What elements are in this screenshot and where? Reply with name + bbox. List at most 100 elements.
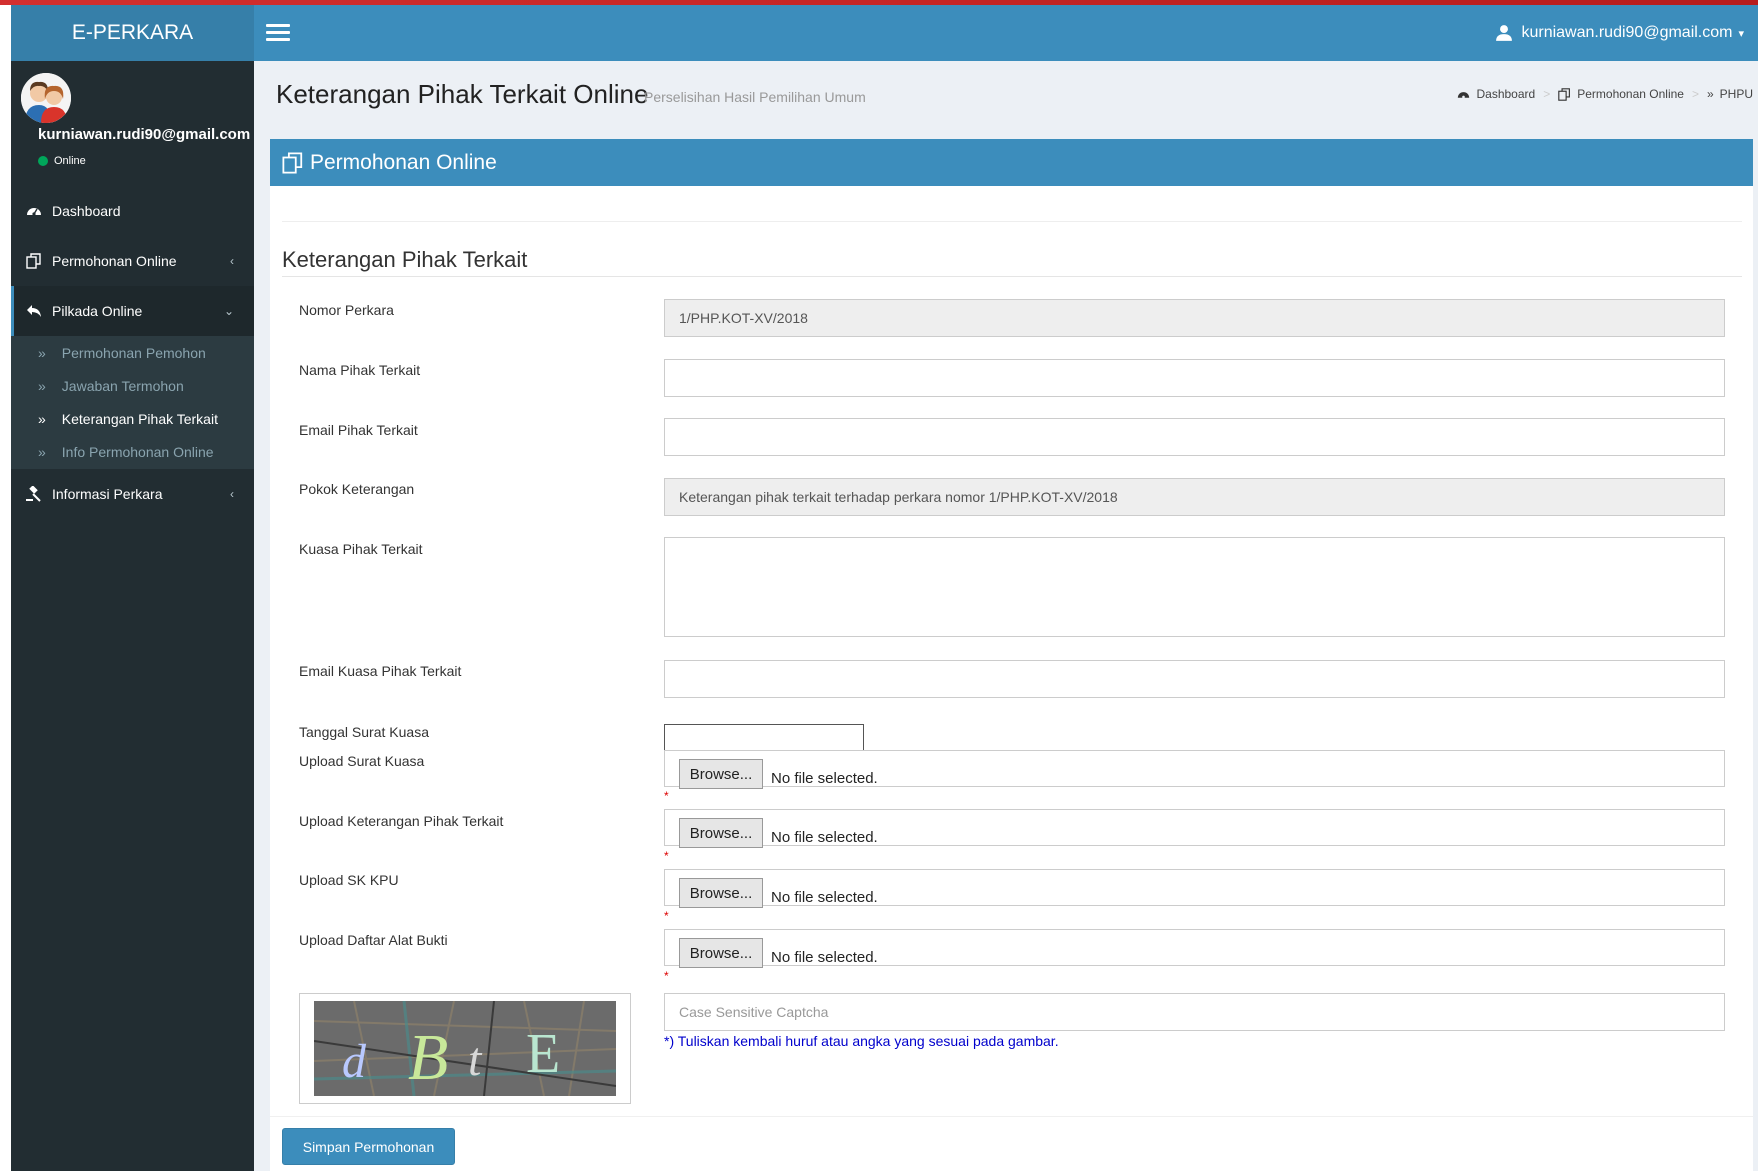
kuasa-pihak-terkait-textarea[interactable] <box>664 537 1725 637</box>
email-kuasa-label: Email Kuasa Pihak Terkait <box>299 663 462 679</box>
dashboard-icon <box>27 208 41 216</box>
content-header: Keterangan Pihak Terkait Online Perselis… <box>254 61 1758 139</box>
sidebar-item-label: Permohonan Online <box>52 253 177 269</box>
submenu-item-label: Permohonan Pemohon <box>61 344 206 361</box>
submenu-item-label: Jawaban Termohon <box>61 377 184 394</box>
page-subtitle: Perselisihan Hasil Pemilihan Umum <box>644 89 866 105</box>
nama-pihak-terkait-label: Nama Pihak Terkait <box>299 362 421 378</box>
section-title: Keterangan Pihak Terkait <box>282 247 528 272</box>
user-panel: kurniawan.rudi90@gmail.com Online <box>11 61 254 186</box>
captcha-text: d B t E <box>342 1021 561 1094</box>
status-text: Online <box>54 155 86 167</box>
sidebar-item-label: Pilkada Online <box>52 303 143 319</box>
pilkada-submenu: » Permohonan Pemohon » Jawaban Termohon … <box>11 336 254 469</box>
avatar-image <box>21 73 71 123</box>
left-gutter <box>0 5 11 1171</box>
upload-sk-kpu-label: Upload SK KPU <box>299 872 399 888</box>
breadcrumb-phpu: PHPU <box>1719 87 1753 101</box>
email-pihak-terkait-label: Email Pihak Terkait <box>299 422 418 438</box>
save-button[interactable]: Simpan Permohonan <box>282 1128 455 1165</box>
nama-pihak-terkait-input[interactable] <box>664 359 1725 397</box>
sidebar-user-email: kurniawan.rudi90@gmail.com <box>38 126 251 143</box>
kuasa-pihak-terkait-label: Kuasa Pihak Terkait <box>299 541 423 557</box>
upload-keterangan-label: Upload Keterangan Pihak Terkait <box>299 813 504 829</box>
upload-surat-kuasa-field: Browse... No file selected. <box>664 750 1725 789</box>
submenu-item-jawaban-termohon[interactable]: » Jawaban Termohon <box>11 369 254 402</box>
reply-icon <box>27 305 41 317</box>
tanggal-surat-kuasa-label: Tanggal Surat Kuasa <box>299 724 429 740</box>
user-menu-email: kurniawan.rudi90@gmail.com <box>1521 24 1733 41</box>
submenu-item-permohonan-pemohon[interactable]: » Permohonan Pemohon <box>11 336 254 369</box>
chevron-left-icon: ‹ <box>230 487 234 501</box>
sidebar-item-informasi-perkara[interactable]: Informasi Perkara ‹ <box>11 469 254 519</box>
sidebar-toggle-icon[interactable] <box>266 22 292 44</box>
breadcrumb-separator: > <box>1543 87 1551 101</box>
sidebar: kurniawan.rudi90@gmail.com Online Dashbo… <box>11 61 254 1171</box>
sidebar-item-label: Informasi Perkara <box>52 486 163 502</box>
chevron-down-icon: ⌄ <box>223 304 234 318</box>
browse-button[interactable]: Browse... <box>679 878 763 908</box>
file-status: No file selected. <box>771 949 878 966</box>
sidebar-item-label: Dashboard <box>52 203 121 219</box>
breadcrumb-permohonan-online[interactable]: Permohonan Online <box>1577 87 1684 101</box>
breadcrumb-dashboard[interactable]: Dashboard <box>1476 87 1535 101</box>
caret-down-icon: ▾ <box>1738 27 1744 40</box>
required-marker: * <box>664 849 669 863</box>
captcha-input[interactable]: Case Sensitive Captcha <box>664 993 1725 1031</box>
brand-logo[interactable]: E-PERKARA <box>11 5 254 61</box>
double-chevron-right-icon: » <box>38 410 46 427</box>
required-marker: * <box>664 969 669 983</box>
browse-button[interactable]: Browse... <box>679 759 763 789</box>
divider <box>282 221 1742 222</box>
double-chevron-right-icon: » <box>38 443 46 460</box>
sidebar-item-permohonan-online[interactable]: Permohonan Online ‹ <box>11 236 254 286</box>
chevron-left-icon: ‹ <box>230 254 234 268</box>
submenu-item-info-permohonan-online[interactable]: » Info Permohonan Online <box>11 435 254 468</box>
page-title: Keterangan Pihak Terkait Online <box>276 79 649 109</box>
captcha-frame: d B t E <box>299 993 631 1104</box>
browse-button[interactable]: Browse... <box>679 938 763 968</box>
divider <box>282 276 1742 277</box>
email-kuasa-input[interactable] <box>664 660 1725 698</box>
upload-surat-kuasa-label: Upload Surat Kuasa <box>299 753 425 769</box>
gavel-icon <box>26 486 41 502</box>
nomor-perkara-field: 1/PHP.KOT-XV/2018 <box>664 299 1725 337</box>
sidebar-item-dashboard[interactable]: Dashboard <box>11 186 254 236</box>
upload-keterangan-field: Browse... No file selected. <box>664 809 1725 848</box>
copy-icon <box>26 253 41 269</box>
file-status: No file selected. <box>771 889 878 906</box>
pokok-keterangan-label: Pokok Keterangan <box>299 481 415 497</box>
user-status: Online <box>38 155 86 167</box>
copy-icon <box>1558 87 1571 101</box>
sidebar-item-pilkada-online[interactable]: Pilkada Online ⌄ <box>11 286 254 336</box>
double-chevron-right-icon: » <box>38 344 46 361</box>
online-status-dot-icon <box>38 156 48 166</box>
avatar <box>21 73 71 123</box>
divider <box>270 1116 1753 1117</box>
double-chevron-right-icon: » <box>38 377 46 394</box>
file-status: No file selected. <box>771 829 878 846</box>
pokok-keterangan-field: Keterangan pihak terkait terhadap perkar… <box>664 478 1725 516</box>
top-navbar: kurniawan.rudi90@gmail.com ▾ <box>254 5 1758 61</box>
required-marker: * <box>664 909 669 923</box>
submenu-item-keterangan-pihak-terkait[interactable]: » Keterangan Pihak Terkait <box>11 402 254 435</box>
upload-daftar-alat-bukti-label: Upload Daftar Alat Bukti <box>299 932 448 948</box>
nomor-perkara-label: Nomor Perkara <box>299 302 394 318</box>
breadcrumb: Dashboard > Permohonan Online > » PHPU <box>1457 87 1753 101</box>
submenu-item-label: Keterangan Pihak Terkait <box>61 410 218 427</box>
tanggal-surat-kuasa-input[interactable] <box>664 724 864 752</box>
browse-button[interactable]: Browse... <box>679 818 763 848</box>
user-menu[interactable]: kurniawan.rudi90@gmail.com ▾ <box>1495 5 1744 61</box>
user-icon <box>1496 25 1513 41</box>
dashboard-icon <box>1458 91 1470 98</box>
email-pihak-terkait-input[interactable] <box>664 418 1725 456</box>
copy-icon <box>282 151 303 174</box>
submenu-item-label: Info Permohonan Online <box>61 443 214 460</box>
box-title: Permohonan Online <box>310 150 497 174</box>
double-chevron-right-icon: » <box>1706 87 1714 101</box>
breadcrumb-separator: > <box>1691 87 1699 101</box>
file-status: No file selected. <box>771 770 878 787</box>
upload-sk-kpu-field: Browse... No file selected. <box>664 869 1725 908</box>
required-marker: * <box>664 789 669 803</box>
upload-daftar-alat-bukti-field: Browse... No file selected. <box>664 929 1725 968</box>
